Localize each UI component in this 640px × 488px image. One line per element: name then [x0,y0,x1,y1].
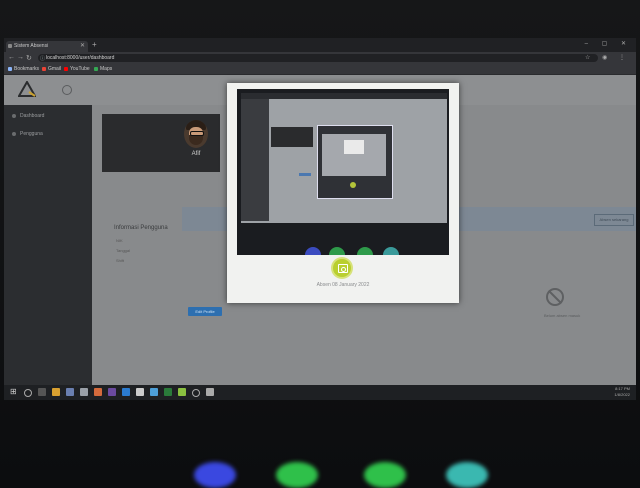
dashboard-icon [12,113,16,118]
bookmark-item[interactable]: Gmail [42,65,61,73]
bookmark-item[interactable]: YouTube [64,65,90,73]
app-icon[interactable] [192,389,200,397]
app-icon[interactable] [164,388,172,396]
favicon-icon [8,44,12,48]
avatar [184,120,208,148]
reload-icon[interactable]: ↻ [26,54,32,62]
sidebar-item-dashboard[interactable]: Dashboard [12,113,44,119]
info-field-label: Tanggal [116,248,131,253]
url-text: localhost:8000/user/dashboard [46,55,115,61]
apps-icon [8,66,12,71]
sidebar-item-pengguna[interactable]: Pengguna [12,131,43,137]
attendance-button[interactable]: Absen sekarang [594,214,634,226]
gmail-icon [42,66,46,71]
browser-tab[interactable]: Sistem Absensi ✕ [6,41,88,52]
info-section-title: Informasi Pengguna [114,225,168,231]
close-icon[interactable]: ✕ [80,41,85,52]
app-icon[interactable] [66,388,74,396]
menu-toggle-icon[interactable] [62,85,72,95]
desk-glow [364,462,406,488]
windows-taskbar: ⊞ 8:17 PM 1/8/2022 [4,385,636,400]
back-arrow-icon[interactable]: ← [8,54,15,61]
app-icon[interactable] [150,388,158,396]
logo-icon[interactable] [18,81,36,97]
photo-preview-modal: Absen 08 January 2022 [227,83,459,303]
url-input[interactable]: ⓘ localhost:8000/user/dashboard [38,54,598,62]
profile-name: Afif [191,151,201,157]
new-tab-icon[interactable]: + [92,40,97,49]
browser-menu-icons[interactable]: ☆ ◉ ⋮ [585,54,630,61]
bookmarks-bar: Bookmarks Gmail YouTube Maps [4,64,636,75]
info-field-label: NIK [116,238,123,243]
tab-title: Sistem Absensi [14,43,49,49]
captured-photo [237,89,449,255]
maps-icon [94,66,98,71]
app-icon[interactable] [206,388,214,396]
app-icon[interactable] [94,388,102,396]
settings-icon[interactable] [136,388,144,396]
users-icon [12,131,16,136]
task-view-icon[interactable] [38,388,46,396]
sidebar: Dashboard Pengguna [4,105,92,385]
info-icon: ⓘ [40,56,46,62]
youtube-icon [64,66,68,71]
search-icon[interactable] [24,389,32,397]
desk-glow [276,462,318,488]
window-controls[interactable]: – ▢ ✕ [585,40,632,47]
empty-state-text: Belum absen masuk [544,313,581,318]
desk-glow [194,462,236,488]
taskbar-clock[interactable]: 8:17 PM 1/8/2022 [614,386,630,398]
address-bar: ← → ↻ ⓘ localhost:8000/user/dashboard ☆ … [4,52,636,64]
camera-icon[interactable] [333,259,351,277]
ban-icon [546,288,564,306]
app-icon[interactable] [108,388,116,396]
browser-tabbar: Sistem Absensi ✕ + – ▢ ✕ [4,38,636,52]
info-field-label: Shift [116,258,125,263]
vscode-icon[interactable] [122,388,130,396]
bookmark-item[interactable]: Maps [94,65,112,73]
windows-start-icon[interactable]: ⊞ [10,388,18,396]
photo-caption: Absen 08 January 2022 [316,282,370,288]
desk-glow [446,462,488,488]
app-icon[interactable] [178,388,186,396]
bookmark-item[interactable]: Bookmarks [8,65,39,73]
profile-card: Afif [102,114,220,172]
edit-profile-button[interactable]: Edit Profile [188,307,222,316]
forward-arrow-icon[interactable]: → [17,54,24,61]
chrome-icon[interactable] [80,388,88,396]
file-explorer-icon[interactable] [52,388,60,396]
